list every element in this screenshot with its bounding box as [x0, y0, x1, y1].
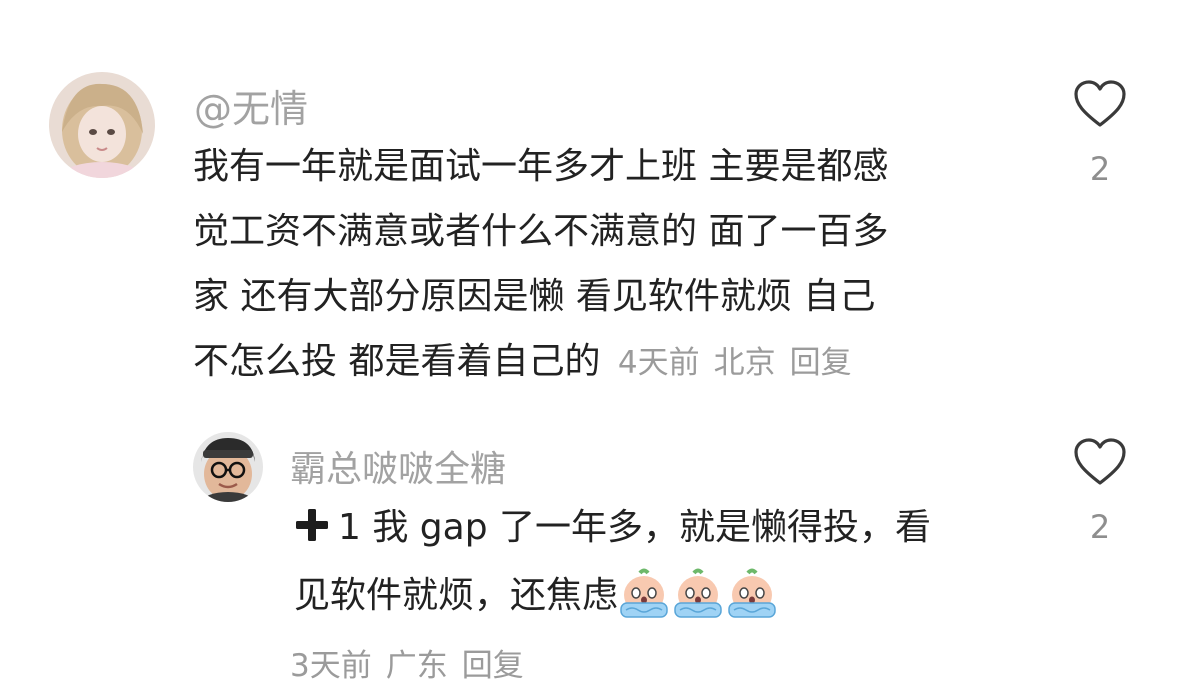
crying-emoji-icon [726, 567, 778, 619]
comment-text-line: 觉工资不满意或者什么不满意的 面了一百多 [193, 211, 889, 252]
heart-icon [1065, 438, 1135, 486]
reply-button[interactable]: 回复 [790, 345, 852, 381]
comment-last-line: 不怎么投 都是看着自己的 4天前 北京 回复 [193, 329, 888, 396]
comment-meta: 4天前 北京 回复 [618, 345, 866, 381]
reply-text-line: 1 我 gap 了一年多，就是懒得投，看 [294, 494, 931, 562]
avatar[interactable] [193, 432, 263, 502]
reply-meta: 3天前 广东 回复 [290, 640, 538, 685]
reply-username[interactable]: 霸总啵啵全糖 [290, 440, 506, 492]
like-count: 2 [1089, 150, 1111, 188]
comment-username[interactable]: @无情 [194, 78, 308, 133]
comment-text-line: 不怎么投 都是看着自己的 [193, 341, 601, 382]
crying-emoji-icon [672, 567, 724, 619]
crying-emoji-icon [618, 567, 670, 619]
plus-icon [294, 498, 330, 541]
like-button[interactable]: 2 [1065, 80, 1135, 188]
reply-text: 1 我 gap 了一年多，就是懒得投，看 见软件就烦，还焦虑 [294, 494, 931, 630]
like-button[interactable]: 2 [1065, 438, 1135, 546]
like-count: 2 [1089, 508, 1111, 546]
reply-text-line: 见软件就烦，还焦虑 [294, 562, 931, 630]
reply-location: 广东 [385, 648, 448, 684]
comment-location: 北京 [713, 345, 776, 381]
reply-time: 3天前 [290, 648, 372, 684]
heart-icon [1065, 80, 1135, 128]
comment-text-line: 我有一年就是面试一年多才上班 主要是都感 [193, 146, 889, 187]
reply-text-content: 1 我 gap 了一年多，就是懒得投，看 [338, 507, 931, 548]
avatar[interactable] [49, 72, 155, 178]
comment-text-line: 家 还有大部分原因是懒 看见软件就烦 自己 [193, 276, 876, 317]
reply-text-content: 见软件就烦，还焦虑 [294, 575, 619, 616]
reply-button[interactable]: 回复 [462, 648, 524, 684]
comment-text: 我有一年就是面试一年多才上班 主要是都感 觉工资不满意或者什么不满意的 面了一百… [193, 134, 888, 396]
comment-time: 4天前 [617, 345, 700, 381]
